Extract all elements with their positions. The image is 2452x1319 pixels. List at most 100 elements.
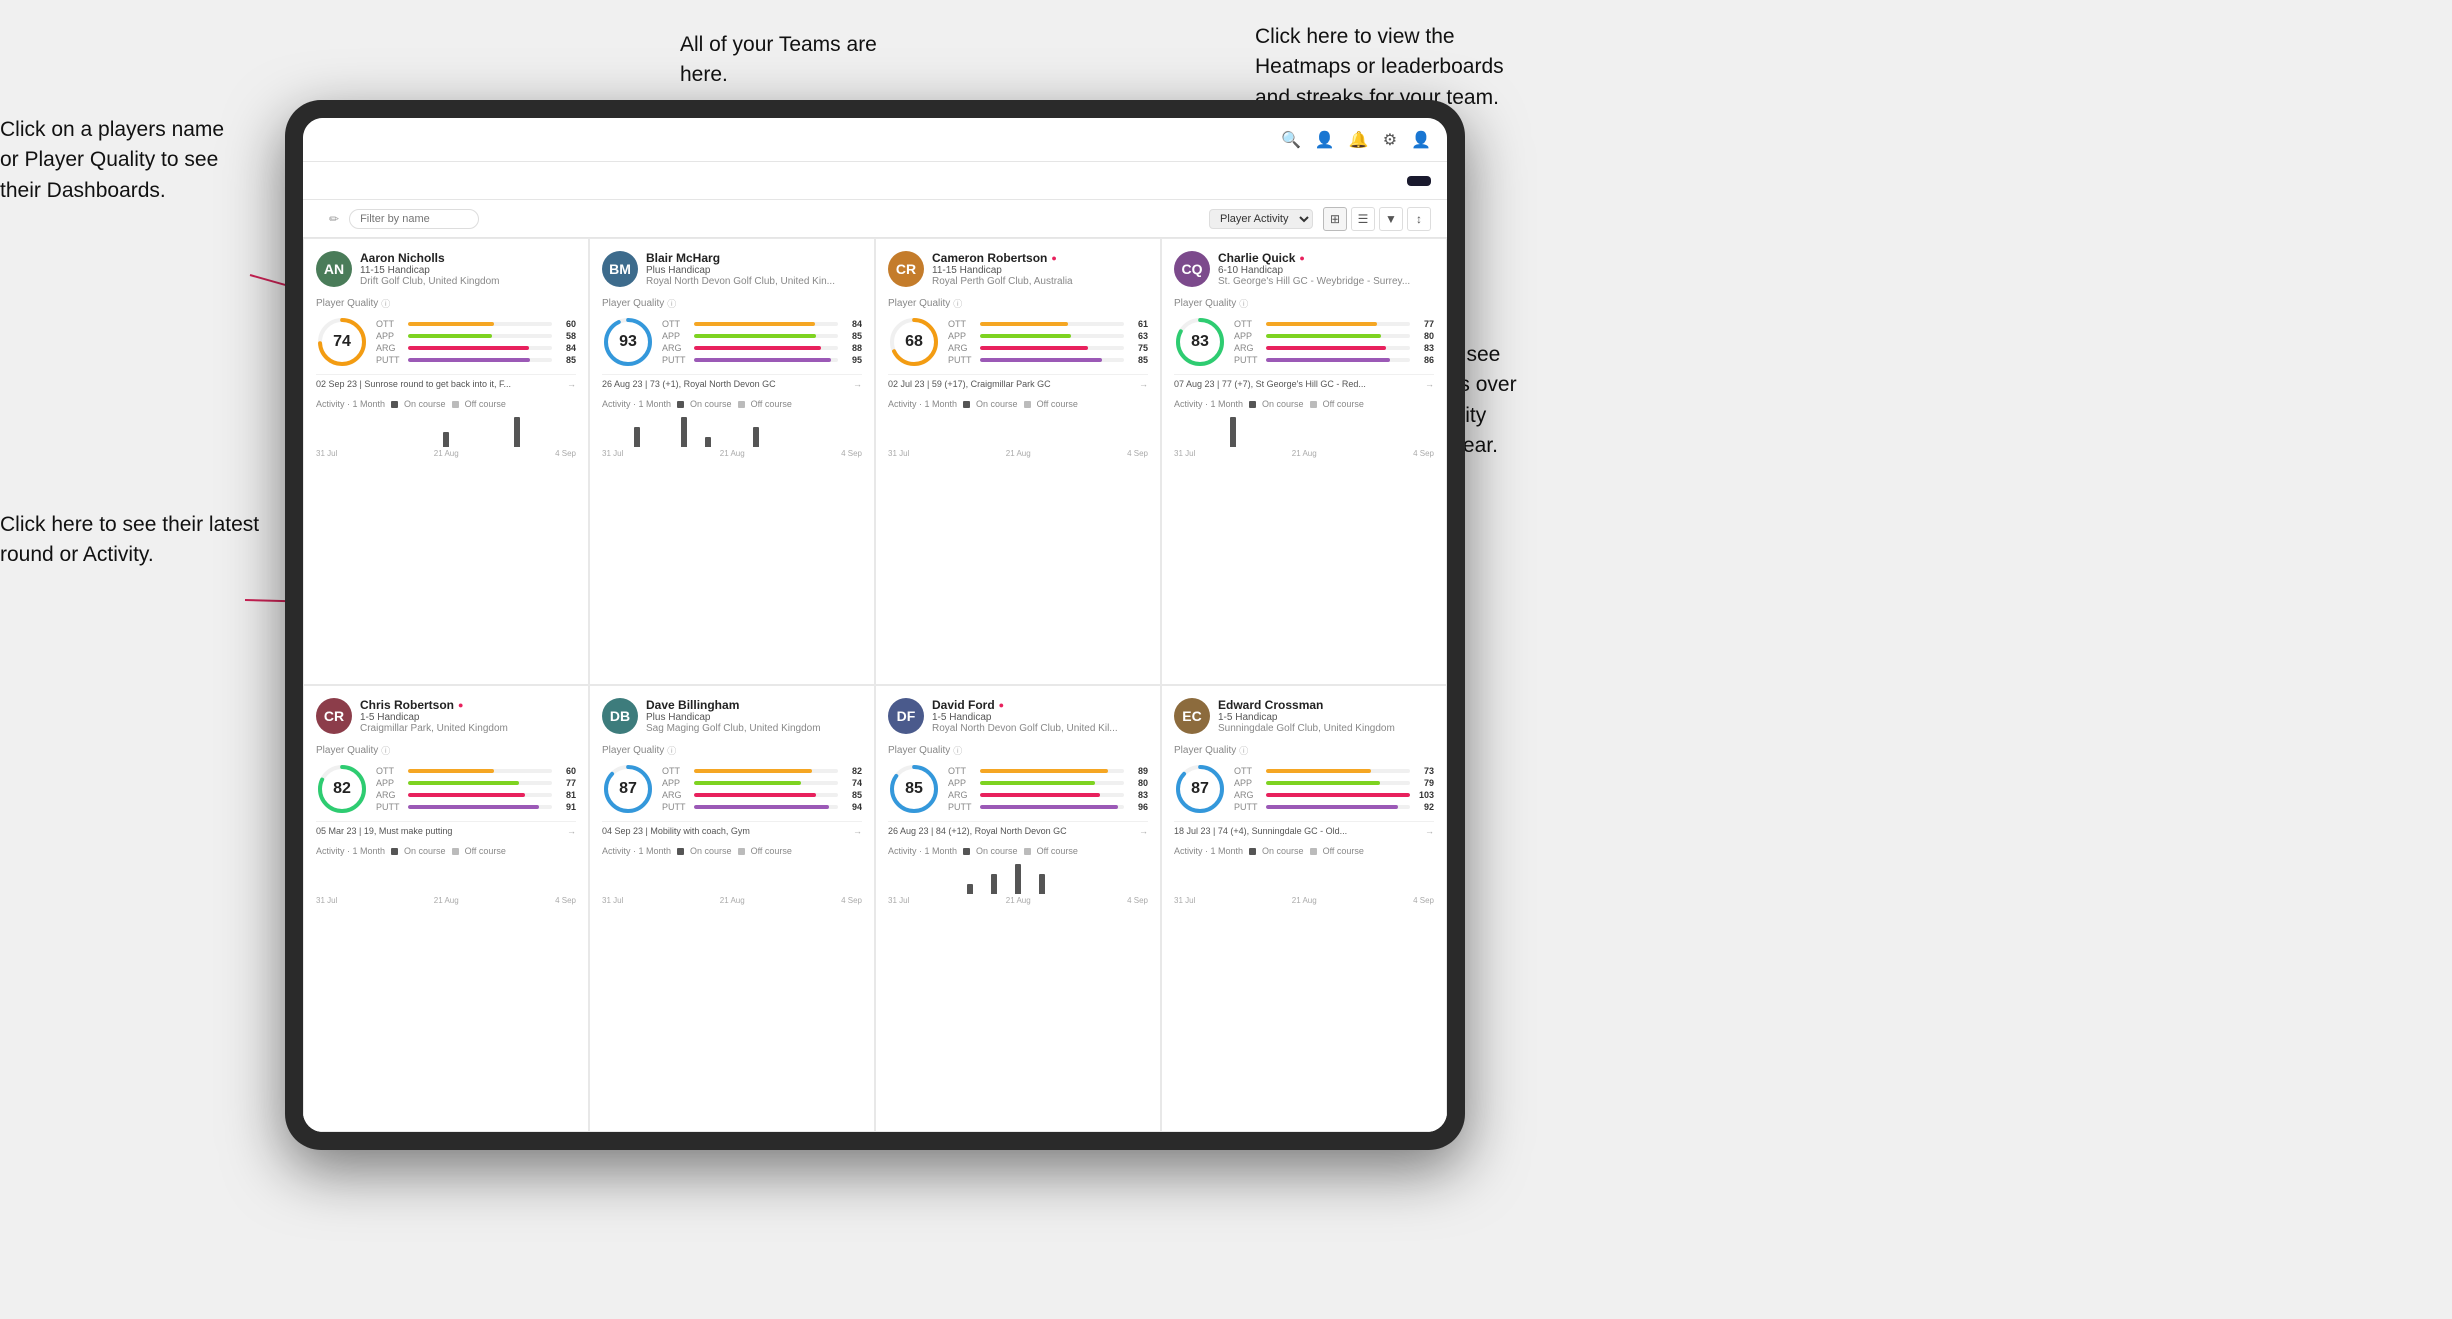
latest-round-text: 26 Aug 23 | 84 (+12), Royal North Devon … [888,826,1067,836]
annotation-top-center: All of your Teams are here. [680,30,920,91]
annotation-left-bottom: Click here to see their latestround or A… [0,510,259,571]
chart-date-labels: 31 Jul 21 Aug 4 Sep [888,449,1148,458]
quality-stats: OTT 89 APP 80 ARG 83 PUTT 96 [948,766,1148,812]
stat-row-app: APP 77 [376,778,576,788]
mini-chart [888,860,1148,894]
latest-round-text: 18 Jul 23 | 74 (+4), Sunningdale GC - Ol… [1174,826,1347,836]
on-course-legend [677,848,684,855]
player-card[interactable]: CQ Charlie Quick ● 6-10 Handicap St. Geo… [1161,238,1447,685]
player-club: Sag Maging Golf Club, United Kingdom [646,723,862,734]
quality-content: 82 OTT 60 APP 77 ARG 81 PUTT 91 [316,763,576,815]
player-name[interactable]: Cameron Robertson ● [932,251,1148,265]
show-select[interactable]: Player Activity Quality Trend [1209,209,1313,229]
latest-round[interactable]: 02 Sep 23 | Sunrose round to get back in… [316,374,576,389]
stat-row-arg: ARG 103 [1234,790,1434,800]
quality-circle[interactable]: 93 [602,316,654,368]
off-course-legend [452,848,459,855]
stat-row-putt: PUTT 86 [1234,355,1434,365]
quality-circle[interactable]: 83 [1174,316,1226,368]
settings-icon[interactable]: ⚙ [1383,130,1397,150]
search-input[interactable] [349,209,479,229]
mini-chart [316,413,576,447]
player-card[interactable]: CR Chris Robertson ● 1-5 Handicap Craigm… [303,685,589,1132]
on-course-legend [677,401,684,408]
search-icon[interactable]: 🔍 [1281,130,1301,150]
mini-chart [1174,413,1434,447]
player-handicap: 1-5 Handicap [360,712,576,723]
player-info: Chris Robertson ● 1-5 Handicap Craigmill… [360,698,576,734]
edit-icon[interactable]: ✏ [329,212,339,226]
activity-label: Activity · 1 Month On course Off course [888,846,1148,856]
quality-circle[interactable]: 82 [316,763,368,815]
latest-round[interactable]: 02 Jul 23 | 59 (+17), Craigmillar Park G… [888,374,1148,389]
quality-number: 74 [333,333,351,351]
stat-row-putt: PUTT 92 [1234,802,1434,812]
ipad-frame: 🔍 👤 🔔 ⚙ 👤 ✏ Player Ac [285,100,1465,1150]
activity-section: Activity · 1 Month On course Off course [888,399,1148,458]
player-card[interactable]: DB Dave Billingham Plus Handicap Sag Mag… [589,685,875,1132]
player-card[interactable]: EC Edward Crossman 1-5 Handicap Sunningd… [1161,685,1447,1132]
latest-round[interactable]: 04 Sep 23 | Mobility with coach, Gym → [602,821,862,836]
round-arrow: → [567,379,576,389]
bell-icon[interactable]: 🔔 [1349,130,1369,150]
latest-round[interactable]: 26 Aug 23 | 84 (+12), Royal North Devon … [888,821,1148,836]
quality-circle[interactable]: 87 [1174,763,1226,815]
stat-row-ott: OTT 60 [376,319,576,329]
quality-circle[interactable]: 85 [888,763,940,815]
info-icon: ⓘ [381,744,390,757]
player-name[interactable]: Charlie Quick ● [1218,251,1434,265]
quality-circle[interactable]: 74 [316,316,368,368]
stat-row-ott: OTT 61 [948,319,1148,329]
off-course-legend [1024,401,1031,408]
latest-round[interactable]: 18 Jul 23 | 74 (+4), Sunningdale GC - Ol… [1174,821,1434,836]
navbar: 🔍 👤 🔔 ⚙ 👤 [303,118,1447,162]
player-handicap: Plus Handicap [646,265,862,276]
activity-section: Activity · 1 Month On course Off course [316,846,576,905]
annotation-left-top: Click on a players nameor Player Quality… [0,115,224,206]
player-name[interactable]: David Ford ● [932,698,1148,712]
profile-icon[interactable]: 👤 [1315,130,1335,150]
add-team-button[interactable] [1407,176,1431,186]
player-name[interactable]: Aaron Nicholls [360,251,576,265]
player-card[interactable]: BM Blair McHarg Plus Handicap Royal Nort… [589,238,875,685]
quality-content: 74 OTT 60 APP 58 ARG 84 PUTT 85 [316,316,576,368]
list-view-button[interactable]: ☰ [1351,207,1375,231]
quality-label: Player Quality ⓘ [602,744,862,757]
round-arrow: → [853,826,862,836]
round-arrow: → [1139,826,1148,836]
player-card[interactable]: DF David Ford ● 1-5 Handicap Royal North… [875,685,1161,1132]
player-name[interactable]: Chris Robertson ● [360,698,576,712]
filter-button[interactable]: ▼ [1379,207,1403,231]
avatar-icon[interactable]: 👤 [1411,130,1431,150]
latest-round[interactable]: 26 Aug 23 | 73 (+1), Royal North Devon G… [602,374,862,389]
quality-content: 83 OTT 77 APP 80 ARG 83 PUTT 86 [1174,316,1434,368]
activity-section: Activity · 1 Month On course Off course [602,846,862,905]
off-course-legend [1310,848,1317,855]
player-header: AN Aaron Nicholls 11-15 Handicap Drift G… [316,251,576,287]
player-club: Royal North Devon Golf Club, United Kin.… [646,276,862,287]
player-card[interactable]: AN Aaron Nicholls 11-15 Handicap Drift G… [303,238,589,685]
off-course-legend [738,848,745,855]
quality-stats: OTT 73 APP 79 ARG 103 PUTT 92 [1234,766,1434,812]
on-course-legend [391,401,398,408]
player-name[interactable]: Dave Billingham [646,698,862,712]
player-name[interactable]: Edward Crossman [1218,698,1434,712]
stat-row-arg: ARG 85 [662,790,862,800]
chart-date-labels: 31 Jul 21 Aug 4 Sep [316,449,576,458]
latest-round-text: 02 Jul 23 | 59 (+17), Craigmillar Park G… [888,379,1051,389]
sort-button[interactable]: ↕ [1407,207,1431,231]
chart-date-labels: 31 Jul 21 Aug 4 Sep [316,896,576,905]
grid-view-button[interactable]: ⊞ [1323,207,1347,231]
player-card[interactable]: CR Cameron Robertson ● 11-15 Handicap Ro… [875,238,1161,685]
quality-circle[interactable]: 68 [888,316,940,368]
round-arrow: → [1139,379,1148,389]
stat-row-arg: ARG 81 [376,790,576,800]
quality-label: Player Quality ⓘ [1174,297,1434,310]
player-name[interactable]: Blair McHarg [646,251,862,265]
activity-label: Activity · 1 Month On course Off course [888,399,1148,409]
latest-round[interactable]: 05 Mar 23 | 19, Must make putting → [316,821,576,836]
activity-label: Activity · 1 Month On course Off course [1174,399,1434,409]
quality-label: Player Quality ⓘ [888,297,1148,310]
quality-circle[interactable]: 87 [602,763,654,815]
latest-round[interactable]: 07 Aug 23 | 77 (+7), St George's Hill GC… [1174,374,1434,389]
